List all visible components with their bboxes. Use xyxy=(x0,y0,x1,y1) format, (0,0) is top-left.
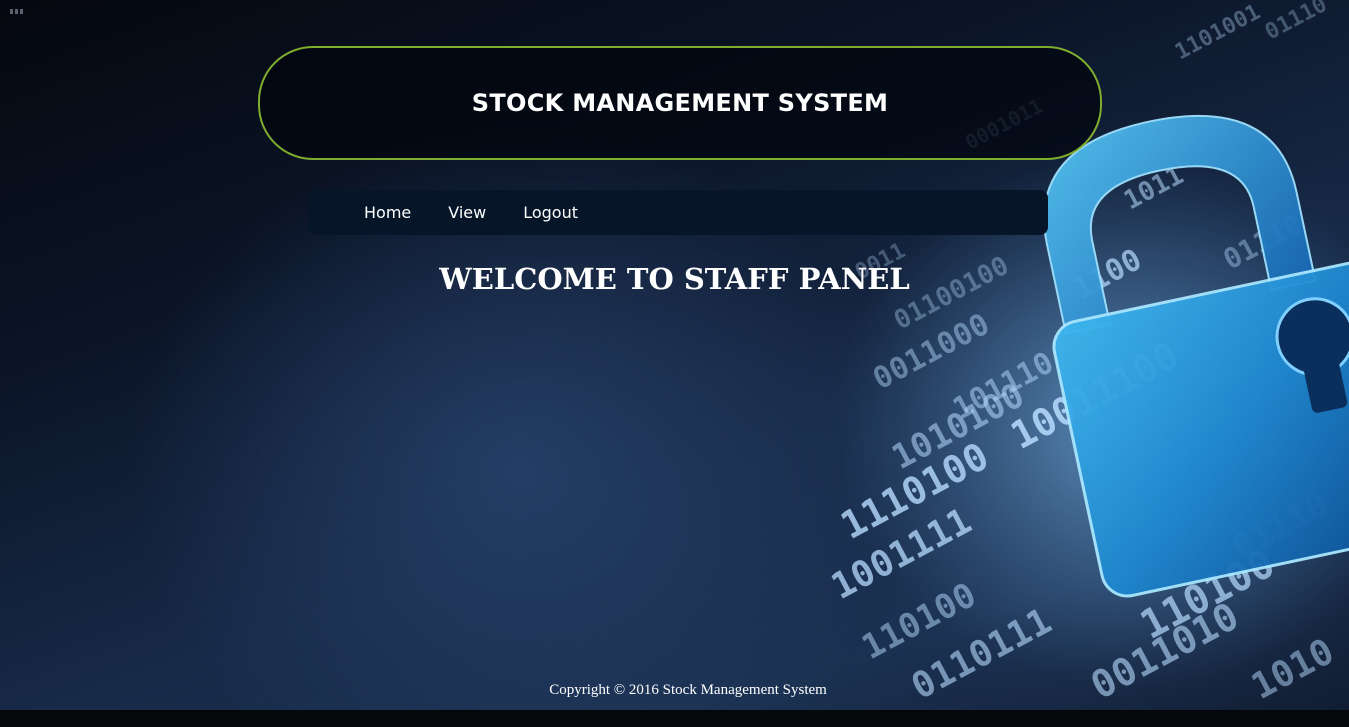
site-title: STOCK MANAGEMENT SYSTEM xyxy=(471,89,889,117)
binary-digit-text: 101110 xyxy=(947,345,1059,427)
nav-home-link[interactable]: Home xyxy=(364,203,411,222)
binary-digit-text: 01110 xyxy=(1261,0,1331,45)
binary-digit-text: 01110 xyxy=(1225,485,1334,568)
padlock-icon xyxy=(1043,114,1349,598)
site-header: STOCK MANAGEMENT SYSTEM xyxy=(258,46,1102,160)
welcome-heading: WELCOME TO STAFF PANEL xyxy=(439,262,910,296)
nav-logout-link[interactable]: Logout xyxy=(523,203,578,222)
binary-digit-text: 10011100 xyxy=(1004,333,1186,458)
binary-digit-text: 1101001 xyxy=(1171,0,1265,65)
nav-view-link[interactable]: View xyxy=(448,203,486,222)
binary-digit-text: 1010100 xyxy=(885,375,1030,478)
binary-digit-text: 0011000 xyxy=(867,307,995,397)
binary-digit-text: 110100 xyxy=(1133,540,1282,648)
footer-copyright: Copyright © 2016 Stock Management System xyxy=(549,682,827,698)
binary-digit-text: 1011 xyxy=(1119,160,1188,216)
bottom-bar xyxy=(0,710,1349,727)
main-nav: Home View Logout xyxy=(308,190,1048,235)
binary-digit-text: 110100 xyxy=(855,575,982,668)
binary-digit-text: 1110100 xyxy=(834,434,996,548)
window-dots-icon xyxy=(10,9,24,14)
binary-digit-text: 1001111 xyxy=(825,501,978,608)
